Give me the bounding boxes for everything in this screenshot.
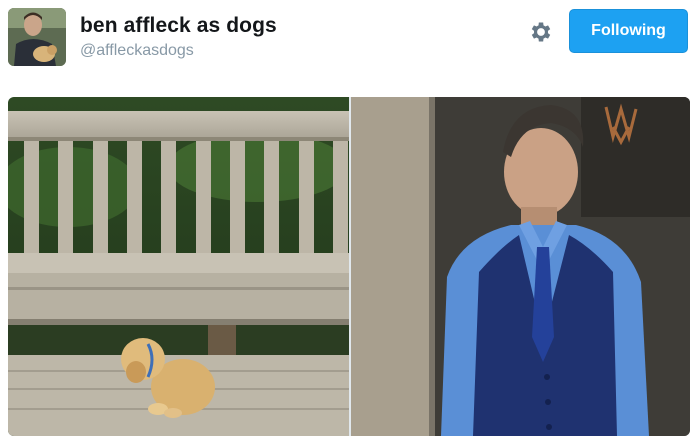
man-photo[interactable]: [351, 97, 690, 436]
puppy-photo-image: [8, 97, 349, 436]
media-grid: [8, 97, 690, 436]
username-handle[interactable]: @affleckasdogs: [80, 42, 194, 60]
tweet-header: ben affleck as dogs @affleckasdogs Follo…: [0, 0, 700, 90]
avatar[interactable]: [8, 8, 66, 66]
avatar-image: [8, 8, 66, 66]
display-name[interactable]: ben affleck as dogs: [80, 14, 277, 38]
man-photo-image: [351, 97, 690, 436]
puppy-photo[interactable]: [8, 97, 349, 436]
following-button[interactable]: Following: [569, 9, 688, 53]
gear-icon[interactable]: [528, 19, 554, 45]
